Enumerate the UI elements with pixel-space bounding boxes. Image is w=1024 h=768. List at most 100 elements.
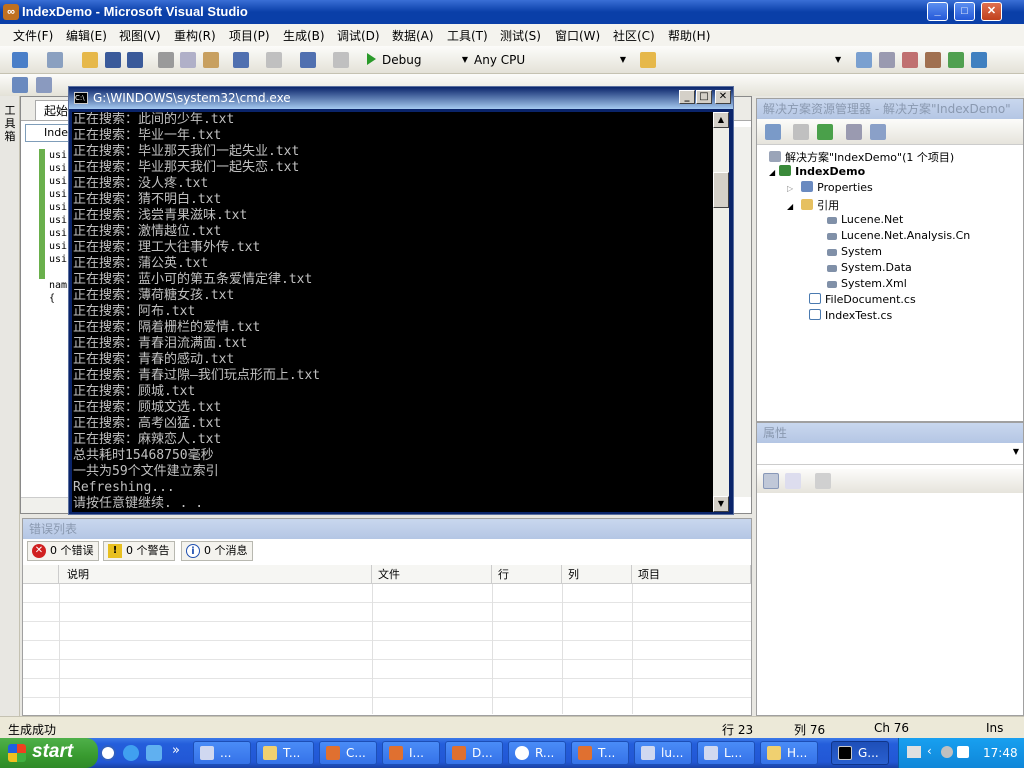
navigate-forward-icon[interactable] — [333, 52, 349, 68]
taskbar-button[interactable]: H... — [760, 741, 818, 765]
start-button[interactable]: start — [0, 738, 98, 768]
close-button[interactable]: ✕ — [981, 2, 1002, 21]
refresh-icon[interactable] — [817, 124, 833, 140]
column-header-file[interactable]: 文件 — [372, 565, 492, 584]
start-page-icon[interactable] — [948, 52, 964, 68]
taskbar-button-active[interactable]: G... — [831, 741, 889, 765]
solution-platform-combo[interactable]: Any CPU ▼ — [474, 51, 628, 69]
volume-icon[interactable] — [957, 746, 969, 758]
quicklaunch-expand-icon[interactable]: » — [172, 743, 180, 758]
tree-item-reference[interactable]: Lucene.Net — [827, 213, 903, 226]
menu-data[interactable]: 数据(A) — [392, 27, 434, 44]
redo-icon[interactable] — [266, 52, 282, 68]
menu-file[interactable]: 文件(F) — [13, 27, 53, 44]
copy-icon[interactable] — [180, 52, 196, 68]
toolbox-tab[interactable]: 工具箱 — [3, 104, 17, 143]
keyboard-icon[interactable] — [907, 746, 921, 758]
show-properties-icon[interactable] — [765, 124, 781, 140]
scroll-thumb[interactable] — [713, 172, 729, 208]
save-all-icon[interactable] — [127, 52, 143, 68]
scroll-up-icon[interactable]: ▲ — [713, 112, 729, 128]
start-debugging-icon[interactable] — [367, 53, 376, 65]
menu-window[interactable]: 窗口(W) — [555, 27, 600, 44]
display-object-member-list-icon[interactable] — [12, 77, 28, 93]
taskbar-button[interactable]: R... — [508, 741, 566, 765]
display-parameter-info-icon[interactable] — [36, 77, 52, 93]
tree-item-reference[interactable]: System — [827, 245, 882, 258]
add-item-icon[interactable] — [47, 52, 63, 68]
network-icon[interactable] — [941, 746, 953, 758]
alphabetical-icon[interactable] — [785, 473, 801, 489]
tray-expand-icon[interactable]: ‹ — [927, 744, 932, 758]
column-header-description[interactable]: 说明 — [59, 565, 372, 584]
taskbar-button[interactable]: C... — [319, 741, 377, 765]
column-header-project[interactable]: 项目 — [632, 565, 751, 584]
menu-tools[interactable]: 工具(T) — [447, 27, 488, 44]
show-all-files-icon[interactable] — [793, 124, 809, 140]
menu-community[interactable]: 社区(C) — [613, 27, 655, 44]
menu-test[interactable]: 测试(S) — [500, 27, 541, 44]
tree-item-file[interactable]: IndexTest.cs — [809, 309, 892, 322]
solution-explorer-icon[interactable] — [856, 52, 872, 68]
properties-object-combo[interactable]: ▼ — [757, 443, 1023, 465]
find-in-files-icon[interactable] — [640, 52, 656, 68]
categorized-icon[interactable] — [763, 473, 779, 489]
toolbox-icon[interactable] — [925, 52, 941, 68]
cut-icon[interactable] — [158, 52, 174, 68]
taskbar-button[interactable]: T... — [256, 741, 314, 765]
cmd-maximize-button[interactable]: □ — [696, 90, 712, 104]
new-project-icon[interactable] — [12, 52, 28, 68]
tree-item-reference[interactable]: System.Xml — [827, 277, 907, 290]
quicklaunch-icon[interactable] — [100, 745, 116, 761]
minimize-button[interactable]: _ — [927, 2, 948, 21]
errors-filter-button[interactable]: ✕ 0 个错误 — [27, 541, 99, 561]
navigate-backward-icon[interactable] — [300, 52, 316, 68]
editor-vertical-scrollbar[interactable] — [733, 127, 751, 497]
properties-window-icon[interactable] — [879, 52, 895, 68]
paste-icon[interactable] — [203, 52, 219, 68]
view-class-diagram-icon[interactable] — [870, 124, 886, 140]
messages-filter-button[interactable]: i 0 个消息 — [181, 541, 253, 561]
menu-view[interactable]: 视图(V) — [119, 27, 161, 44]
clock[interactable]: 17:48 — [983, 746, 1018, 760]
solution-configuration-combo[interactable]: Debug ▼ — [382, 51, 470, 69]
tree-item-reference[interactable]: Lucene.Net.Analysis.Cn — [827, 229, 970, 242]
internet-explorer-icon[interactable] — [123, 745, 139, 761]
property-pages-icon[interactable] — [815, 473, 831, 489]
cmd-close-button[interactable]: ✕ — [715, 90, 731, 104]
column-header-line[interactable]: 行 — [492, 565, 562, 584]
cmd-minimize-button[interactable]: _ — [679, 90, 695, 104]
collapse-icon[interactable]: ◢ — [787, 202, 793, 211]
column-header-icon[interactable] — [23, 565, 59, 584]
command-window-icon[interactable] — [971, 52, 987, 68]
tree-item-project[interactable]: ◢ IndexDemo — [769, 165, 865, 178]
object-browser-icon[interactable] — [902, 52, 918, 68]
open-icon[interactable] — [82, 52, 98, 68]
menu-help[interactable]: 帮助(H) — [668, 27, 710, 44]
menu-build[interactable]: 生成(B) — [283, 27, 325, 44]
tree-item-solution[interactable]: 解决方案"IndexDemo"(1 个项目) — [769, 149, 954, 165]
collapse-icon[interactable]: ◢ — [769, 168, 775, 177]
tree-item-properties[interactable]: ▷ Properties — [787, 181, 873, 194]
quicklaunch-icon[interactable] — [146, 745, 162, 761]
tree-item-references[interactable]: ◢ 引用 — [787, 197, 839, 213]
taskbar-button[interactable]: D... — [445, 741, 503, 765]
menu-refactor[interactable]: 重构(R) — [174, 27, 216, 44]
tree-item-reference[interactable]: System.Data — [827, 261, 912, 274]
maximize-button[interactable]: □ — [954, 2, 975, 21]
expand-icon[interactable]: ▷ — [787, 184, 793, 193]
undo-icon[interactable] — [233, 52, 249, 68]
taskbar-button[interactable]: I... — [382, 741, 440, 765]
tree-item-file[interactable]: FileDocument.cs — [809, 293, 916, 306]
find-combo-dropdown-icon[interactable]: ▼ — [835, 55, 841, 64]
view-code-icon[interactable] — [846, 124, 862, 140]
menu-edit[interactable]: 编辑(E) — [66, 27, 107, 44]
menu-project[interactable]: 项目(P) — [229, 27, 270, 44]
save-icon[interactable] — [105, 52, 121, 68]
menu-debug[interactable]: 调试(D) — [337, 27, 380, 44]
column-header-column[interactable]: 列 — [562, 565, 632, 584]
taskbar-button[interactable]: L... — [697, 741, 755, 765]
scroll-down-icon[interactable]: ▼ — [713, 496, 729, 512]
taskbar-button[interactable]: lu... — [634, 741, 692, 765]
cmd-window[interactable]: C:\ G:\WINDOWS\system32\cmd.exe _ □ ✕ 正在… — [68, 86, 734, 515]
